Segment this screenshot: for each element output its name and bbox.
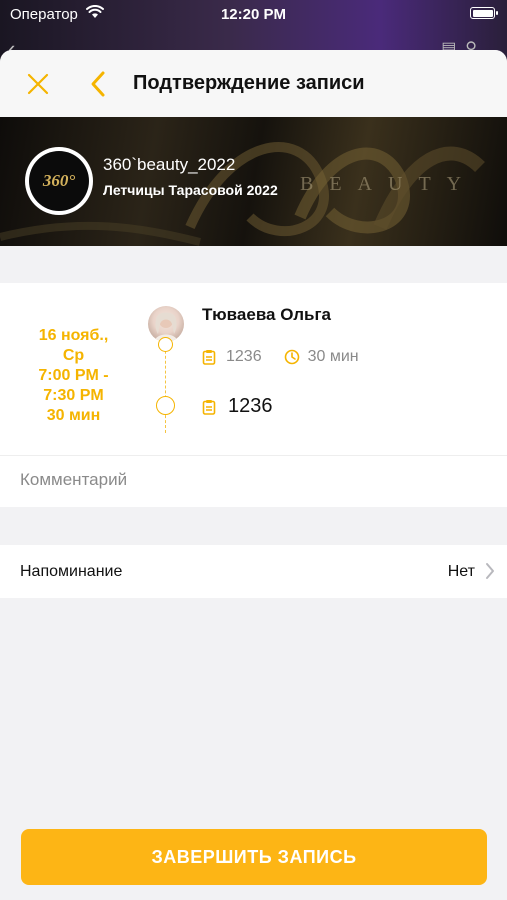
comment-input[interactable] — [20, 470, 480, 490]
service-row: 1236 — [202, 395, 273, 418]
battery-icon — [470, 7, 498, 19]
reminder-value: Нет — [447, 563, 475, 580]
clipboard-icon — [202, 399, 216, 415]
appointment-weekday: Ср — [62, 347, 85, 364]
nav-bar: Подтверждение записи — [0, 50, 507, 117]
chevron-left-icon[interactable] — [88, 70, 108, 98]
service-code: 1236 — [226, 348, 262, 365]
chevron-right-icon — [486, 563, 494, 579]
appointment-time-end: 7:30 PM — [43, 387, 104, 404]
clock: 12:20 PM — [220, 6, 287, 23]
salon-address: Летчицы Тарасовой 2022 — [103, 182, 278, 198]
appointment-date: 16 нояб., — [38, 327, 109, 344]
salon-banner[interactable]: BEAUTY 360° 360`beauty_2022 Летчицы Тара… — [0, 117, 507, 246]
clipboard-icon — [202, 350, 216, 365]
close-icon[interactable] — [26, 72, 50, 96]
timeline-node-master — [158, 337, 173, 352]
salon-logo: 360° — [25, 147, 93, 215]
service-name: 1236 — [228, 395, 273, 417]
finish-booking-button[interactable]: ЗАВЕРШИТЬ ЗАПИСЬ — [21, 829, 487, 885]
appointment-datetime: 16 нояб., Ср 7:00 PM - 7:30 PM 30 мин — [0, 326, 147, 426]
salon-logo-text: 360° — [42, 171, 76, 190]
clock-icon — [284, 349, 299, 365]
svg-text:BEAUTY: BEAUTY — [300, 173, 477, 195]
master-name: Тюваева Ольга — [202, 305, 332, 324]
appointment-time-start: 7:00 PM - — [38, 367, 109, 384]
appointment-duration: 30 мин — [46, 407, 101, 424]
status-bar: Оператор 12:20 PM — [0, 0, 507, 28]
service-meta-row: 1236 30 мин — [202, 348, 359, 366]
service-duration: 30 мин — [307, 348, 359, 365]
page-title: Подтверждение записи — [133, 72, 365, 94]
reminder-row[interactable]: Напоминание Нет — [0, 545, 507, 598]
confirm-sheet: Подтверждение записи BEAUTY 360° 360`bea… — [0, 50, 507, 900]
reminder-label: Напоминание — [20, 563, 123, 580]
salon-name: 360`beauty_2022 — [103, 155, 236, 174]
timeline-node-service — [156, 396, 175, 415]
appointment-card: 16 нояб., Ср 7:00 PM - 7:30 PM 30 мин Тю… — [0, 283, 507, 455]
comment-row — [0, 455, 507, 507]
